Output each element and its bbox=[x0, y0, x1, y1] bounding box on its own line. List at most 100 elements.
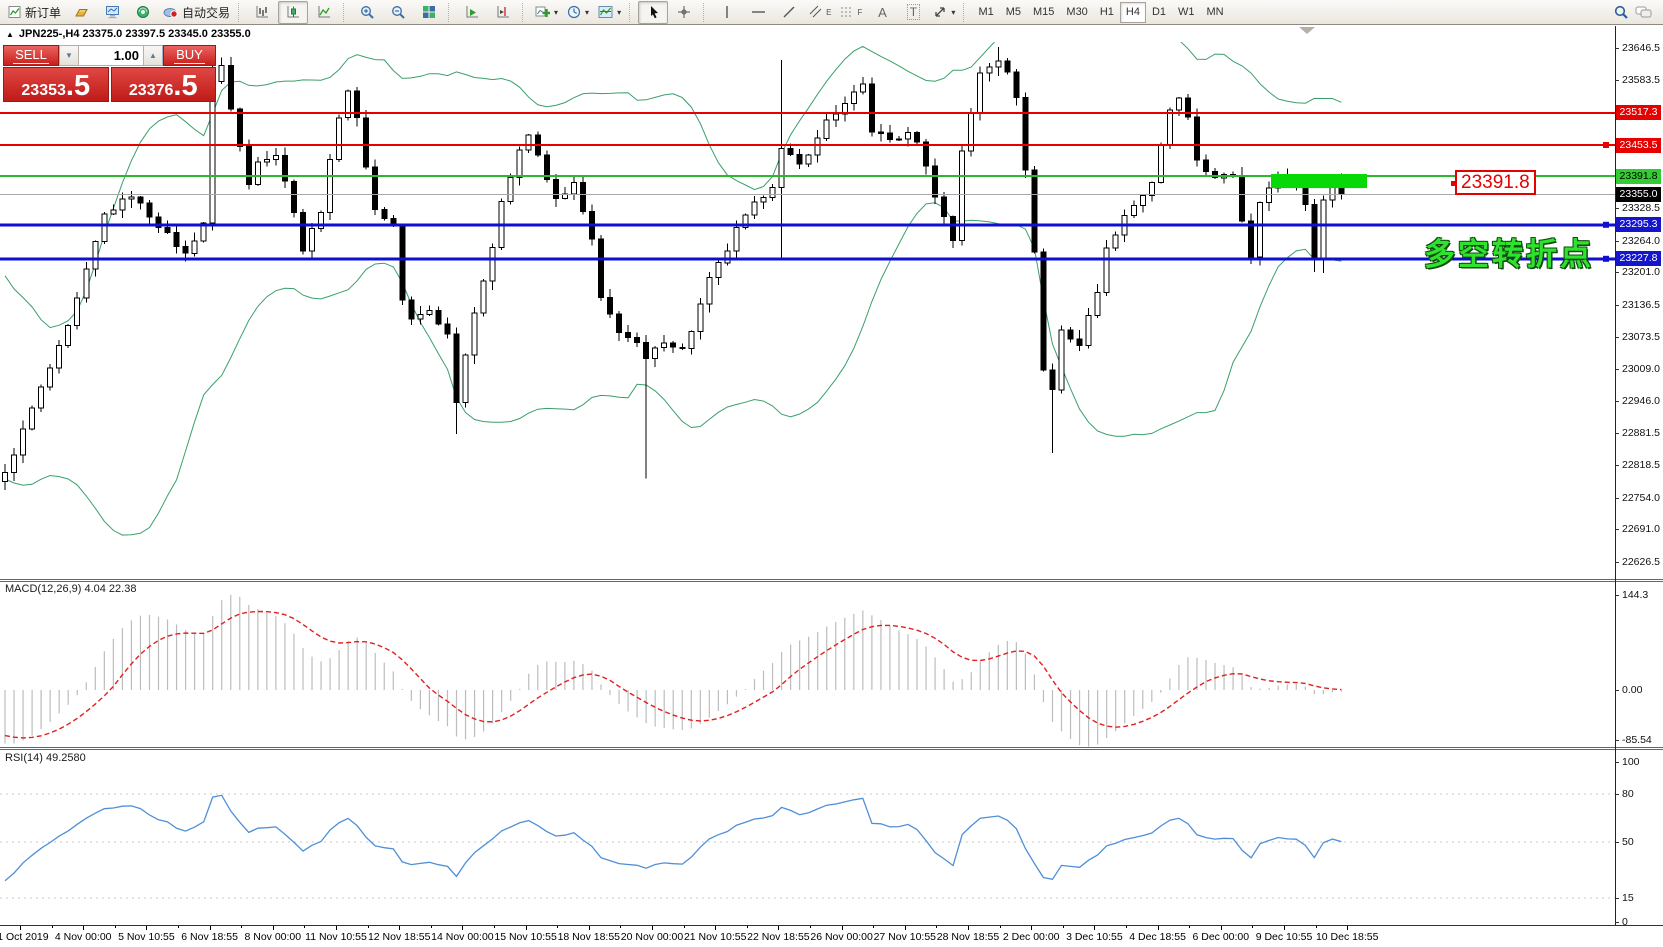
chart-window[interactable]: ▲ JPN225-,H4 23375.0 23397.5 23345.0 233… bbox=[0, 26, 1663, 947]
price-callout-label[interactable]: 23391.8 bbox=[1455, 170, 1536, 195]
timeframe-button-w1[interactable]: W1 bbox=[1172, 2, 1201, 23]
timeframe-button-h4[interactable]: H4 bbox=[1120, 2, 1146, 23]
level-price-badge: 23453.5 bbox=[1616, 138, 1661, 153]
bar-chart-button[interactable] bbox=[247, 1, 277, 24]
current-price-badge: 23355.0 bbox=[1616, 187, 1661, 202]
time-minor-tick bbox=[368, 926, 369, 928]
rsi-panel-canvas[interactable] bbox=[0, 750, 1615, 925]
terminal-icon bbox=[105, 5, 120, 19]
auto-trading-button[interactable]: 自动交易 bbox=[159, 1, 234, 24]
time-tick-label: 12 Nov 18:55 bbox=[368, 931, 430, 943]
chart-title-text: JPN225-,H4 23375.0 23397.5 23345.0 23355… bbox=[19, 28, 251, 40]
fibonacci-icon bbox=[840, 5, 854, 19]
time-tick-label: 14 Nov 00:00 bbox=[431, 931, 493, 943]
trendline-tool-button[interactable] bbox=[774, 1, 804, 24]
price-tick-label: 23583.5 bbox=[1622, 74, 1660, 86]
chart-title: ▲ JPN225-,H4 23375.0 23397.5 23345.0 233… bbox=[6, 28, 251, 40]
time-tick-mark bbox=[1031, 926, 1032, 930]
price-tick-label: 23201.0 bbox=[1622, 266, 1660, 278]
add-indicator-icon bbox=[535, 5, 550, 19]
text-tool-button[interactable]: A bbox=[867, 1, 897, 24]
arrows-tool-button[interactable]: ▾ bbox=[929, 1, 959, 24]
volume-decrease-button[interactable]: ▼ bbox=[60, 46, 79, 65]
crosshair-tool-button[interactable] bbox=[669, 1, 699, 24]
time-axis[interactable]: 31 Oct 20194 Nov 00:005 Nov 10:556 Nov 1… bbox=[0, 925, 1663, 947]
templates-button[interactable]: ▾ bbox=[594, 1, 625, 24]
time-minor-tick bbox=[115, 926, 116, 928]
time-tick-label: 4 Nov 00:00 bbox=[55, 931, 112, 943]
market-watch-button[interactable] bbox=[66, 1, 96, 24]
time-minor-tick bbox=[1189, 926, 1190, 928]
price-chart-canvas[interactable] bbox=[0, 42, 1615, 578]
timeframe-button-d1[interactable]: D1 bbox=[1146, 2, 1172, 23]
fibonacci-tool-button[interactable]: F bbox=[836, 1, 866, 24]
price-tick-label: 23136.5 bbox=[1622, 299, 1660, 311]
price-tick-label: 22754.0 bbox=[1622, 492, 1660, 504]
auto-scroll-icon bbox=[465, 5, 480, 19]
time-minor-tick bbox=[557, 926, 558, 928]
search-icon[interactable] bbox=[1614, 5, 1629, 20]
time-tick-mark bbox=[1347, 926, 1348, 930]
rsi-tick-label: 0 bbox=[1622, 916, 1628, 928]
volume-increase-button[interactable]: ▲ bbox=[143, 46, 162, 65]
main-toolbar: 新订单 自动交易 bbox=[0, 0, 1663, 25]
price-axis[interactable]: 23646.523583.523328.523264.023201.023136… bbox=[1615, 26, 1663, 947]
buy-price-button[interactable]: 23376 .5 bbox=[111, 67, 217, 102]
timeframe-button-m15[interactable]: M15 bbox=[1027, 2, 1060, 23]
volume-field[interactable]: 1.00 bbox=[79, 46, 143, 65]
time-minor-tick bbox=[494, 926, 495, 928]
add-indicator-button[interactable]: ▾ bbox=[531, 1, 562, 24]
fibonacci-letter: F bbox=[857, 8, 862, 17]
cursor-tool-button[interactable] bbox=[638, 1, 668, 24]
zoom-out-button[interactable] bbox=[383, 1, 413, 24]
chart-shift-marker[interactable] bbox=[1299, 27, 1315, 34]
macd-panel-canvas[interactable] bbox=[0, 581, 1615, 747]
level-price-badge: 23227.8 bbox=[1616, 251, 1661, 266]
timeframe-button-mn[interactable]: MN bbox=[1201, 2, 1230, 23]
chart-shift-button[interactable] bbox=[488, 1, 518, 24]
terminal-button[interactable] bbox=[97, 1, 127, 24]
panel-separator[interactable] bbox=[0, 579, 1663, 582]
sell-price-button[interactable]: 23353 .5 bbox=[3, 67, 109, 102]
horizontal-line-tool-button[interactable] bbox=[743, 1, 773, 24]
trendline-icon bbox=[782, 5, 796, 19]
equidistant-channel-tool-button[interactable]: E bbox=[805, 1, 835, 24]
macd-tick-label: -85.54 bbox=[1622, 734, 1652, 746]
signals-button[interactable] bbox=[128, 1, 158, 24]
time-tick-label: 22 Nov 18:55 bbox=[747, 931, 809, 943]
line-anchor-handle bbox=[1603, 256, 1609, 262]
annotation-text[interactable]: 多空转折点 bbox=[1424, 229, 1594, 274]
rsi-tick-label: 80 bbox=[1622, 788, 1634, 800]
horizontal-line-icon bbox=[751, 5, 766, 19]
axis-tick-mark bbox=[1615, 595, 1619, 596]
panel-separator[interactable] bbox=[0, 747, 1663, 750]
buy-button[interactable]: BUY bbox=[163, 45, 216, 66]
vertical-line-tool-button[interactable] bbox=[712, 1, 742, 24]
new-order-button[interactable]: 新订单 bbox=[4, 1, 65, 24]
candle-chart-button[interactable] bbox=[278, 1, 308, 24]
community-icon[interactable] bbox=[1635, 5, 1653, 19]
time-tick-mark bbox=[1284, 926, 1285, 930]
price-tick-label: 23009.0 bbox=[1622, 363, 1660, 375]
periodicity-button[interactable]: ▾ bbox=[563, 1, 593, 24]
timeframe-button-m1[interactable]: M1 bbox=[972, 2, 999, 23]
text-label-tool-button[interactable]: T bbox=[898, 1, 928, 24]
toolbar-separator bbox=[963, 3, 968, 22]
axis-tick-mark bbox=[1615, 305, 1619, 306]
time-tick-label: 8 Nov 00:00 bbox=[244, 931, 301, 943]
time-tick-label: 27 Nov 10:55 bbox=[874, 931, 936, 943]
tile-windows-button[interactable] bbox=[414, 1, 444, 24]
line-chart-button[interactable] bbox=[309, 1, 339, 24]
axis-tick-mark bbox=[1615, 401, 1619, 402]
time-tick-label: 28 Nov 18:55 bbox=[937, 931, 999, 943]
zoom-in-button[interactable] bbox=[352, 1, 382, 24]
sell-button[interactable]: SELL bbox=[3, 45, 59, 66]
application-window: 新订单 自动交易 bbox=[0, 0, 1663, 947]
auto-scroll-button[interactable] bbox=[457, 1, 487, 24]
timeframe-button-m30[interactable]: M30 bbox=[1060, 2, 1093, 23]
timeframe-button-m5[interactable]: M5 bbox=[1000, 2, 1027, 23]
new-order-icon bbox=[8, 5, 22, 19]
cursor-icon bbox=[647, 5, 660, 19]
chart-shift-icon bbox=[496, 5, 511, 19]
timeframe-button-h1[interactable]: H1 bbox=[1094, 2, 1120, 23]
